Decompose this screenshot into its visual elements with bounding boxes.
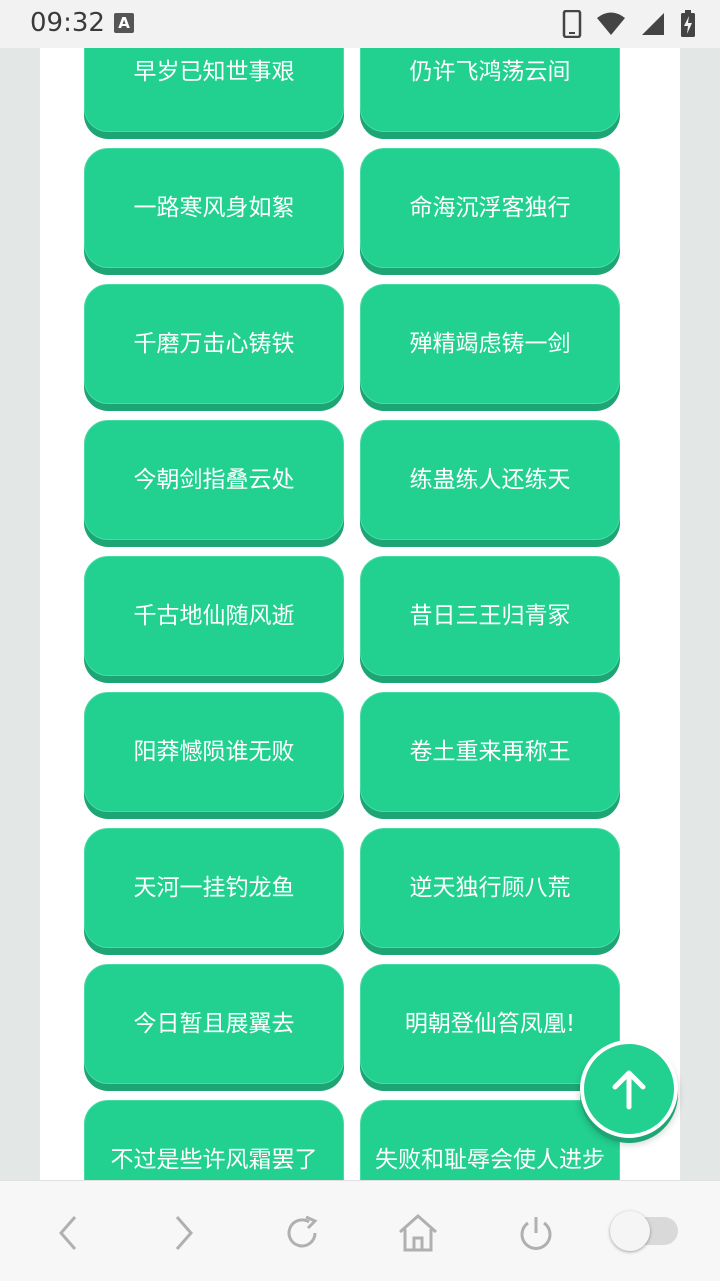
grid-button[interactable]: 仍许飞鸿荡云间 bbox=[360, 48, 620, 132]
forward-icon bbox=[175, 1216, 193, 1250]
home-button[interactable] bbox=[394, 1209, 442, 1257]
wifi-icon bbox=[597, 12, 625, 35]
grid-button[interactable]: 明朝登仙笞凤凰! bbox=[360, 964, 620, 1084]
grid-button[interactable]: 今朝剑指叠云处 bbox=[84, 420, 344, 540]
grid-button[interactable]: 殚精竭虑铸一剑 bbox=[360, 284, 620, 404]
status-time: 09:32 bbox=[30, 8, 105, 38]
power-icon bbox=[520, 1217, 552, 1250]
grid-button[interactable]: 练蛊练人还练天 bbox=[360, 420, 620, 540]
arrow-up-icon bbox=[612, 1070, 646, 1110]
grid-button[interactable]: 天河一挂钓龙鱼 bbox=[84, 828, 344, 948]
back-icon bbox=[59, 1216, 77, 1250]
phone-icon bbox=[562, 10, 582, 38]
grid-button[interactable]: 失败和耻辱会使人进步 bbox=[360, 1100, 620, 1180]
forward-button[interactable] bbox=[160, 1209, 208, 1257]
grid-button[interactable]: 今日暂且展翼去 bbox=[84, 964, 344, 1084]
toggle-switch[interactable] bbox=[610, 1211, 678, 1251]
grid-button[interactable]: 逆天独行顾八荒 bbox=[360, 828, 620, 948]
content-area: 早岁已知世事艰 仍许飞鸿荡云间 一路寒风身如絮 命海沉浮客独行 千磨万击心铸铁 … bbox=[40, 48, 680, 1180]
notification-icon: A bbox=[114, 13, 134, 33]
signal-icon bbox=[642, 13, 664, 35]
grid-button[interactable]: 千磨万击心铸铁 bbox=[84, 284, 344, 404]
scroll-top-button[interactable] bbox=[580, 1040, 678, 1138]
refresh-button[interactable] bbox=[278, 1209, 326, 1257]
grid-button[interactable]: 命海沉浮客独行 bbox=[360, 148, 620, 268]
home-icon bbox=[399, 1213, 437, 1252]
grid-button[interactable]: 千古地仙随风逝 bbox=[84, 556, 344, 676]
grid-button[interactable]: 早岁已知世事艰 bbox=[84, 48, 344, 132]
battery-charging-icon bbox=[681, 10, 695, 37]
grid-button[interactable]: 不过是些许风霜罢了 bbox=[84, 1100, 344, 1180]
status-bar: 09:32 A bbox=[0, 0, 720, 48]
refresh-icon bbox=[287, 1215, 318, 1248]
grid-button[interactable]: 卷土重来再称王 bbox=[360, 692, 620, 812]
grid-button[interactable]: 昔日三王归青冢 bbox=[360, 556, 620, 676]
grid-button[interactable]: 一路寒风身如絮 bbox=[84, 148, 344, 268]
status-icons bbox=[562, 9, 696, 39]
bottom-nav bbox=[0, 1180, 720, 1281]
power-button[interactable] bbox=[512, 1209, 560, 1257]
grid-button[interactable]: 阳莽憾陨谁无败 bbox=[84, 692, 344, 812]
toggle-knob bbox=[610, 1211, 650, 1251]
back-button[interactable] bbox=[44, 1209, 92, 1257]
